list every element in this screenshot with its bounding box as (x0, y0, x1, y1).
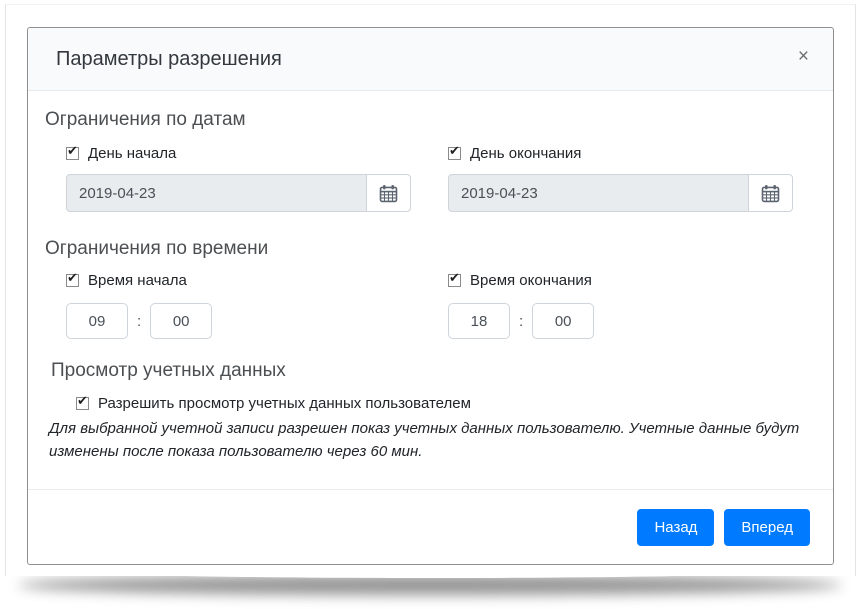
start-minute-input[interactable] (150, 303, 212, 339)
allow-credentials-checkbox-row: Разрешить просмотр учетных данных пользо… (76, 395, 813, 412)
end-minute-input[interactable] (532, 303, 594, 339)
start-date-checkbox-row: День начала (66, 145, 411, 162)
end-date-checkbox[interactable] (448, 147, 461, 160)
start-date-label: День начала (88, 145, 176, 162)
end-date-checkbox-row: День окончания (448, 145, 793, 162)
start-hour-input[interactable] (66, 303, 128, 339)
dialog-footer: Назад Вперед (28, 489, 833, 564)
time-separator: : (137, 313, 141, 330)
end-time-checkbox[interactable] (448, 274, 461, 287)
credentials-section-heading: Просмотр учетных данных (51, 360, 813, 382)
end-time-label: Время окончания (470, 272, 592, 289)
calendar-icon (379, 184, 398, 203)
start-time-label: Время начала (88, 272, 187, 289)
allow-credentials-label: Разрешить просмотр учетных данных пользо… (98, 395, 471, 412)
start-date-checkbox[interactable] (66, 147, 79, 160)
times-section-heading: Ограничения по времени (45, 238, 813, 260)
start-time-column: Время начала : (66, 272, 411, 339)
dates-row: День начала (45, 145, 813, 212)
start-date-input[interactable] (66, 174, 367, 212)
time-separator: : (519, 313, 523, 330)
end-time-column: Время окончания : (448, 272, 793, 339)
allow-credentials-checkbox[interactable] (76, 397, 89, 410)
credentials-note: Для выбранной учетной записи разрешен по… (49, 418, 807, 463)
end-hour-input[interactable] (448, 303, 510, 339)
end-date-label: День окончания (470, 145, 581, 162)
dates-section-heading: Ограничения по датам (45, 109, 813, 131)
end-date-column: День окончания (448, 145, 793, 212)
start-date-calendar-button[interactable] (366, 174, 411, 212)
end-date-input-group (448, 174, 793, 212)
forward-button[interactable]: Вперед (724, 509, 810, 546)
back-button[interactable]: Назад (637, 509, 714, 546)
start-time-checkbox[interactable] (66, 274, 79, 287)
end-time-checkbox-row: Время окончания (448, 272, 793, 289)
dialog-body: Ограничения по датам День начала (28, 91, 833, 489)
calendar-icon (761, 184, 780, 203)
permission-parameters-dialog: Параметры разрешения × Ограничения по да… (27, 27, 834, 565)
dialog-title: Параметры разрешения (56, 48, 282, 71)
start-time-inputs: : (66, 303, 411, 339)
times-row: Время начала : Время окончания : (45, 272, 813, 339)
start-date-input-group (66, 174, 411, 212)
end-date-calendar-button[interactable] (748, 174, 793, 212)
end-time-inputs: : (448, 303, 793, 339)
dialog-header: Параметры разрешения × (28, 28, 833, 91)
start-date-column: День начала (66, 145, 411, 212)
close-icon[interactable]: × (798, 47, 809, 66)
end-date-input[interactable] (448, 174, 749, 212)
start-time-checkbox-row: Время начала (66, 272, 411, 289)
